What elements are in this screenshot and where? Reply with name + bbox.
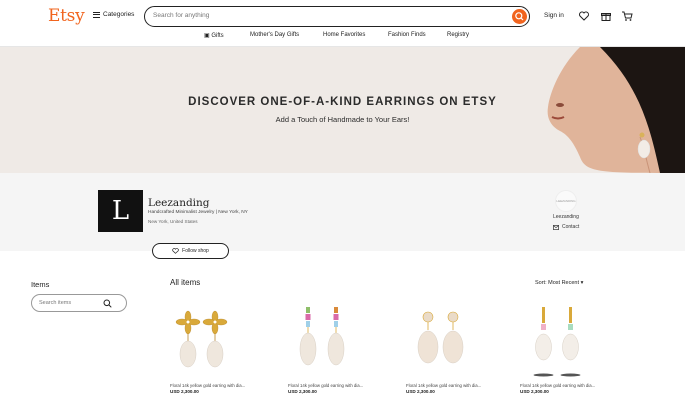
- owner-avatar[interactable]: LEEZANDING: [555, 190, 577, 212]
- message-icon: [553, 224, 559, 230]
- heart-icon: [172, 248, 179, 254]
- shop-header: L Leezanding Handcrafted Minimalist Jewe…: [0, 173, 685, 251]
- item-search-input[interactable]: Search items: [31, 294, 127, 312]
- listing-price: USD 2,300.00: [520, 389, 549, 394]
- category-nav: ▣ Gifts Mother's Day Gifts Home Favorite…: [0, 30, 685, 44]
- sort-label: Sort: Most Recent: [535, 280, 580, 286]
- owner-avatar-text: LEEZANDING: [556, 199, 576, 203]
- promo-banner[interactable]: DISCOVER ONE-OF-A-KIND EARRINGS ON ETSY …: [0, 47, 685, 173]
- listing-image[interactable]: [520, 297, 625, 379]
- listing-image[interactable]: [406, 297, 511, 379]
- menu-icon: [93, 11, 100, 18]
- search-icon[interactable]: [103, 299, 112, 308]
- listing-price: USD 2,300.00: [170, 389, 199, 394]
- item-search-placeholder: Search items: [39, 300, 72, 306]
- follow-shop-button[interactable]: Follow shop: [152, 243, 229, 259]
- items-heading: Items: [31, 280, 50, 289]
- nav-item-home-favorites[interactable]: Home Favorites: [323, 32, 365, 38]
- nav-item-fashion-finds[interactable]: Fashion Finds: [388, 32, 426, 38]
- listing-price: USD 2,300.00: [406, 389, 435, 394]
- contact-label: Contact: [562, 224, 580, 230]
- listing-title[interactable]: Floral 14k yellow gold earring with dia.…: [520, 383, 595, 388]
- sign-in-link[interactable]: Sign in: [544, 12, 564, 19]
- all-items-heading: All items: [170, 278, 201, 287]
- chevron-down-icon: ▾: [580, 280, 584, 286]
- listing-image[interactable]: [288, 297, 393, 379]
- owner-name[interactable]: Leezanding: [553, 214, 579, 220]
- listing-image[interactable]: [170, 297, 275, 379]
- categories-button[interactable]: Categories: [93, 11, 134, 18]
- site-header: Etsy Categories Search for anything Sign…: [0, 0, 685, 47]
- listing-card[interactable]: Floral 14k yellow gold earring with dia.…: [170, 297, 275, 412]
- contact-button[interactable]: Contact: [553, 224, 579, 230]
- sort-dropdown[interactable]: Sort: Most Recent ▾: [535, 280, 583, 286]
- search-button[interactable]: [512, 9, 527, 24]
- listing-title[interactable]: Floral 14k yellow gold earring with dia.…: [288, 383, 363, 388]
- nav-item-registry[interactable]: Registry: [447, 32, 469, 38]
- cart-icon[interactable]: [621, 10, 633, 22]
- nav-item-gifts[interactable]: ▣ Gifts: [204, 32, 224, 39]
- shop-logo[interactable]: L: [98, 190, 143, 232]
- categories-label: Categories: [103, 11, 135, 18]
- gift-icon[interactable]: [600, 10, 612, 22]
- search-icon: [515, 12, 524, 21]
- nav-item-label: Gifts: [211, 33, 224, 39]
- search-placeholder: Search for anything: [153, 12, 210, 19]
- heart-icon[interactable]: [578, 10, 590, 22]
- listing-price: USD 2,300.00: [288, 389, 317, 394]
- follow-shop-label: Follow shop: [182, 248, 209, 254]
- model-portrait-image: [540, 47, 685, 173]
- listing-card[interactable]: Floral 14k yellow gold earring with dia.…: [406, 297, 511, 412]
- nav-item-mothers-day[interactable]: Mother's Day Gifts: [250, 32, 299, 38]
- listing-title[interactable]: Floral 14k yellow gold earring with dia.…: [406, 383, 481, 388]
- listing-card[interactable]: Floral 14k yellow gold earring with dia.…: [520, 297, 625, 412]
- etsy-logo[interactable]: Etsy: [48, 6, 85, 26]
- listing-title[interactable]: Floral 14k yellow gold earring with dia.…: [170, 383, 245, 388]
- shop-tagline: Handcrafted Minimalist Jewelry | New Yor…: [148, 210, 248, 215]
- shop-name: Leezanding: [148, 197, 210, 209]
- shop-location: New York, United States: [148, 219, 198, 224]
- search-input[interactable]: Search for anything: [144, 6, 530, 27]
- listing-card[interactable]: Floral 14k yellow gold earring with dia.…: [288, 297, 393, 412]
